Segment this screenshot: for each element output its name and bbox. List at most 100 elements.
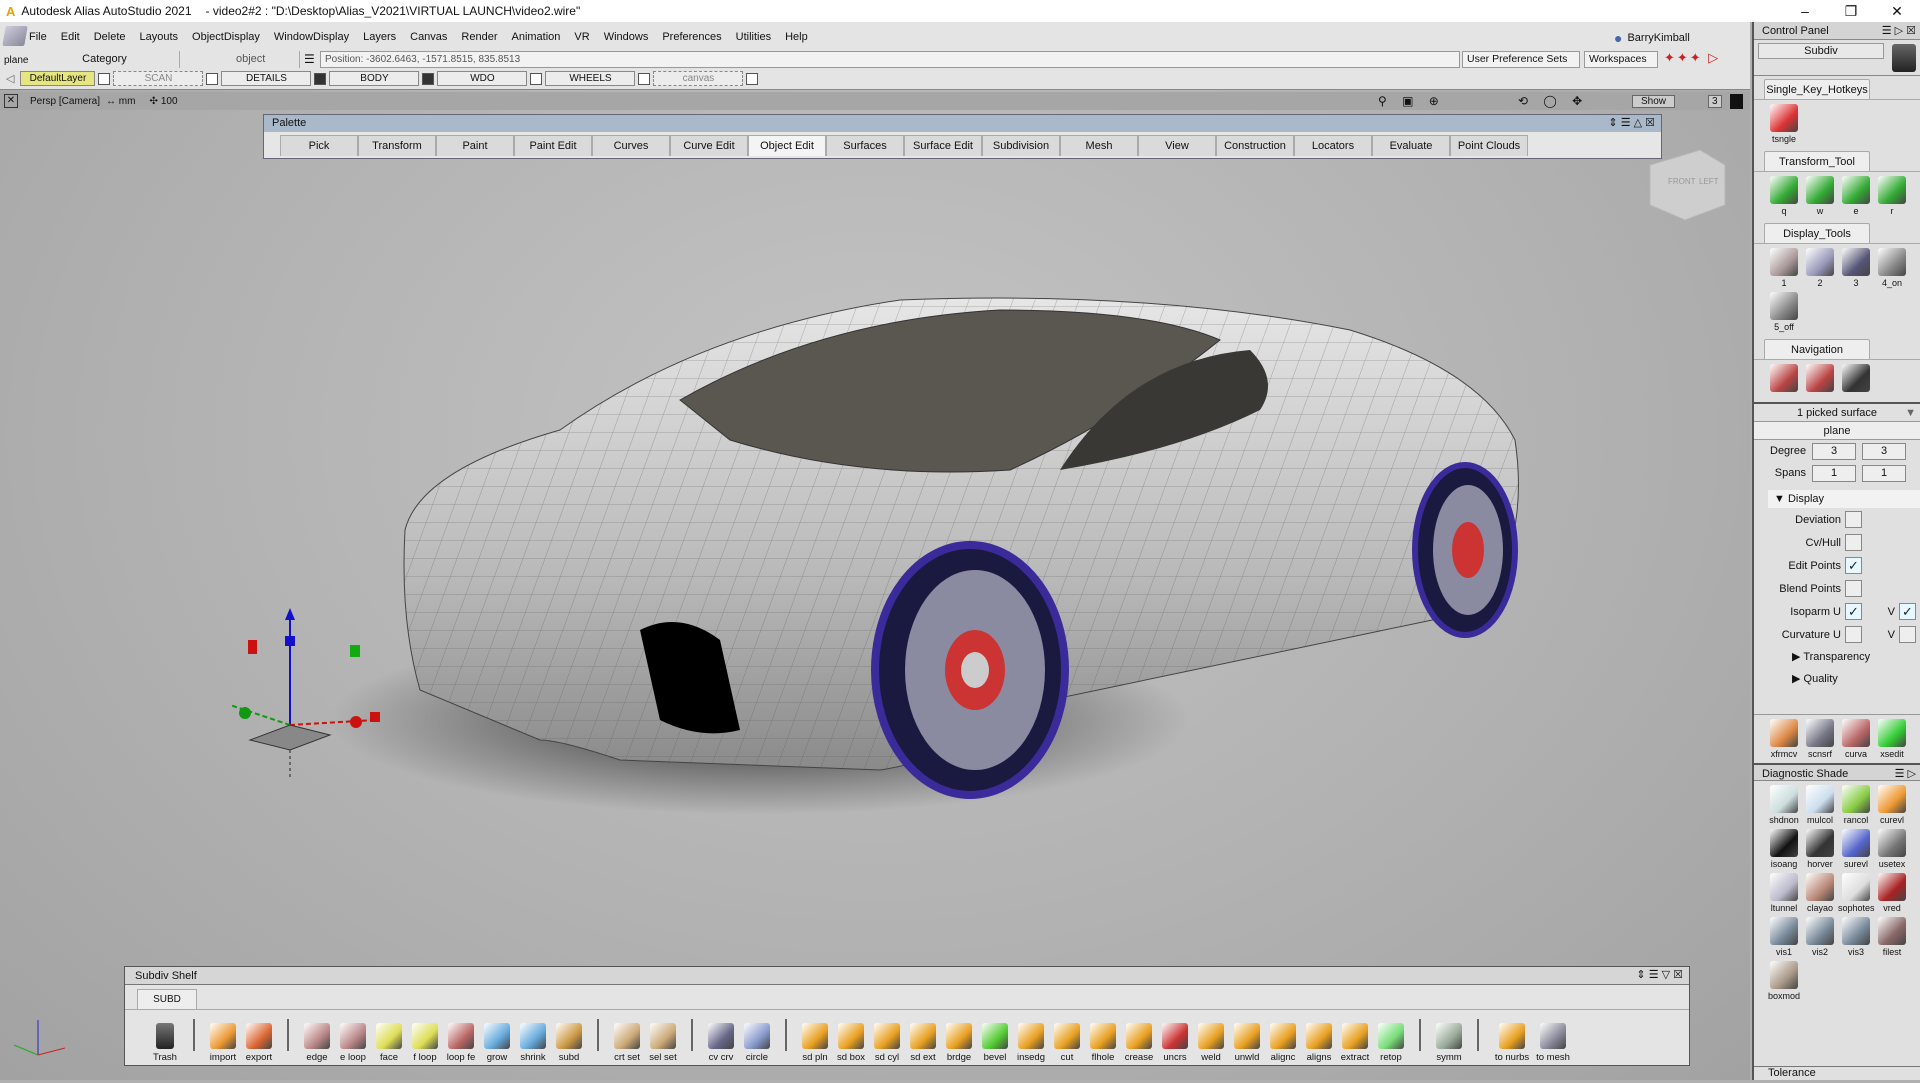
tool-cv-crv[interactable]: cv crv bbox=[703, 1023, 739, 1063]
palette-tab-construction[interactable]: Construction bbox=[1216, 135, 1294, 156]
tool-circle[interactable]: circle bbox=[739, 1023, 775, 1063]
camera-label[interactable]: Persp [Camera] bbox=[30, 96, 100, 107]
spans-v-field[interactable]: 1 bbox=[1862, 464, 1906, 482]
section-tab-display-tools[interactable]: Display_Tools bbox=[1764, 223, 1870, 243]
curvature-u-v-checkbox[interactable] bbox=[1899, 626, 1916, 643]
layer-canvas[interactable]: canvas bbox=[653, 71, 744, 86]
layer-body[interactable]: BODY bbox=[329, 71, 420, 86]
shelf-tab-subd[interactable]: SUBD bbox=[137, 989, 197, 1009]
tool-sd-box[interactable]: sd box bbox=[833, 1023, 869, 1063]
tool-alignc[interactable]: alignc bbox=[1265, 1023, 1301, 1063]
menu-vr[interactable]: VR bbox=[567, 31, 596, 43]
layout-number-button[interactable]: 3 bbox=[1708, 94, 1722, 108]
palette-tab-evaluate[interactable]: Evaluate bbox=[1372, 135, 1450, 156]
control-panel-controls-icon[interactable]: ☰ ▷ ☒ bbox=[1882, 22, 1916, 40]
user-account[interactable]: ● BarryKimball bbox=[1614, 30, 1690, 46]
tool-filest[interactable]: filest bbox=[1874, 917, 1910, 957]
quality-section-toggle[interactable]: ▶ Quality bbox=[1754, 668, 1920, 690]
tool-flhole[interactable]: flhole bbox=[1085, 1023, 1121, 1063]
tool-sd-pln[interactable]: sd pln bbox=[797, 1023, 833, 1063]
tool-usetex[interactable]: usetex bbox=[1874, 829, 1910, 869]
tool-clayao[interactable]: clayao bbox=[1802, 873, 1838, 913]
palette-tab-paint-edit[interactable]: Paint Edit bbox=[514, 135, 592, 156]
tool-mulcol[interactable]: mulcol bbox=[1802, 785, 1838, 825]
cv-hull-checkbox[interactable] bbox=[1845, 534, 1862, 551]
scroll-left-icon[interactable]: ◁ bbox=[6, 72, 14, 85]
palette-tab-view[interactable]: View bbox=[1138, 135, 1216, 156]
section-tab-transform-tool[interactable]: Transform_Tool bbox=[1764, 151, 1870, 171]
tool-sophotes[interactable]: sophotes bbox=[1838, 873, 1875, 913]
tool-shrink[interactable]: shrink bbox=[515, 1023, 551, 1063]
menu-utilities[interactable]: Utilities bbox=[729, 31, 778, 43]
tool-subd[interactable]: subd bbox=[551, 1023, 587, 1063]
tool-bevel[interactable]: bevel bbox=[977, 1023, 1013, 1063]
layer-visibility-checkbox[interactable] bbox=[746, 72, 759, 85]
palette-title[interactable]: Palette bbox=[264, 115, 1661, 132]
tool-curevl[interactable]: curevl bbox=[1874, 785, 1910, 825]
menu-help[interactable]: Help bbox=[778, 31, 815, 43]
tool-aligns[interactable]: aligns bbox=[1301, 1023, 1337, 1063]
tool-to-mesh[interactable]: to mesh bbox=[1535, 1023, 1571, 1063]
tool-item[interactable] bbox=[1766, 364, 1802, 394]
section-tab-single-key-hotkeys[interactable]: Single_Key_Hotkeys bbox=[1764, 79, 1870, 99]
tool-grow[interactable]: grow bbox=[479, 1023, 515, 1063]
tool-surevl[interactable]: surevl bbox=[1838, 829, 1874, 869]
tool-item[interactable] bbox=[1802, 364, 1838, 394]
list-icon[interactable]: ☰ bbox=[304, 52, 315, 66]
degree-u-field[interactable]: 3 bbox=[1812, 442, 1856, 460]
tool-unwld[interactable]: unwld bbox=[1229, 1023, 1265, 1063]
tool-loop-fe[interactable]: loop fe bbox=[443, 1023, 479, 1063]
tool-crease[interactable]: crease bbox=[1121, 1023, 1157, 1063]
layer-wdo[interactable]: WDO bbox=[437, 71, 528, 86]
tool-horver[interactable]: horver bbox=[1802, 829, 1838, 869]
tool-sd-ext[interactable]: sd ext bbox=[905, 1023, 941, 1063]
tool-insedg[interactable]: insedg bbox=[1013, 1023, 1049, 1063]
perspective-viewport[interactable] bbox=[0, 90, 1750, 1080]
tool-uncrs[interactable]: uncrs bbox=[1157, 1023, 1193, 1063]
trash-icon[interactable] bbox=[1892, 44, 1916, 72]
tool-ltunnel[interactable]: ltunnel bbox=[1766, 873, 1802, 913]
tool-1[interactable]: 1 bbox=[1766, 248, 1802, 288]
tool-import[interactable]: import bbox=[205, 1023, 241, 1063]
palette-tab-surfaces[interactable]: Surfaces bbox=[826, 135, 904, 156]
tool-isoang[interactable]: isoang bbox=[1766, 829, 1802, 869]
menu-layers[interactable]: Layers bbox=[356, 31, 403, 43]
deviation-checkbox[interactable] bbox=[1845, 511, 1862, 528]
menu-animation[interactable]: Animation bbox=[505, 31, 568, 43]
tool-e[interactable]: e bbox=[1838, 176, 1874, 216]
spans-u-field[interactable]: 1 bbox=[1812, 464, 1856, 482]
layer-details[interactable]: DETAILS bbox=[221, 71, 312, 86]
user-preference-sets-button[interactable]: User Preference Sets bbox=[1462, 51, 1580, 68]
tool-edge[interactable]: edge bbox=[299, 1023, 335, 1063]
layer-visibility-checkbox[interactable] bbox=[422, 72, 435, 85]
tool-vis3[interactable]: vis3 bbox=[1838, 917, 1874, 957]
menu-render[interactable]: Render bbox=[454, 31, 504, 43]
palette-tab-paint[interactable]: Paint bbox=[436, 135, 514, 156]
palette-tab-mesh[interactable]: Mesh bbox=[1060, 135, 1138, 156]
workspaces-button[interactable]: Workspaces bbox=[1584, 51, 1658, 68]
viewport-close-icon[interactable]: ✕ bbox=[4, 94, 18, 108]
tool-shdnon[interactable]: shdnon bbox=[1766, 785, 1802, 825]
view-tools-icons[interactable]: ⟲ ◯ ✥ bbox=[1518, 94, 1588, 108]
menu-file[interactable]: File bbox=[22, 31, 54, 43]
maximize-button[interactable]: ❐ bbox=[1828, 0, 1874, 22]
isoparm-u-checkbox[interactable]: ✓ bbox=[1845, 603, 1862, 620]
layer-scan[interactable]: SCAN bbox=[113, 71, 204, 86]
curvature-u-checkbox[interactable] bbox=[1845, 626, 1862, 643]
palette-tab-surface-edit[interactable]: Surface Edit bbox=[904, 135, 982, 156]
tool-4-on[interactable]: 4_on bbox=[1874, 248, 1910, 288]
tool-5-off[interactable]: 5_off bbox=[1766, 292, 1802, 332]
tool-scnsrf[interactable]: scnsrf bbox=[1802, 719, 1838, 759]
view-cube-left-label[interactable]: LEFT bbox=[1699, 177, 1719, 186]
tool-xsedit[interactable]: xsedit bbox=[1874, 719, 1910, 759]
blend-points-checkbox[interactable] bbox=[1845, 580, 1862, 597]
tool-brdge[interactable]: brdge bbox=[941, 1023, 977, 1063]
tool-3[interactable]: 3 bbox=[1838, 248, 1874, 288]
view-cube-front-label[interactable]: FRONT bbox=[1668, 177, 1696, 186]
tool-extract[interactable]: extract bbox=[1337, 1023, 1373, 1063]
picked-summary-dropdown[interactable]: 1 picked surface ▼ bbox=[1754, 404, 1920, 422]
menu-windows[interactable]: Windows bbox=[597, 31, 656, 43]
minimize-button[interactable]: – bbox=[1782, 0, 1828, 22]
tool-face[interactable]: face bbox=[371, 1023, 407, 1063]
tool-vred[interactable]: vred bbox=[1874, 873, 1910, 913]
